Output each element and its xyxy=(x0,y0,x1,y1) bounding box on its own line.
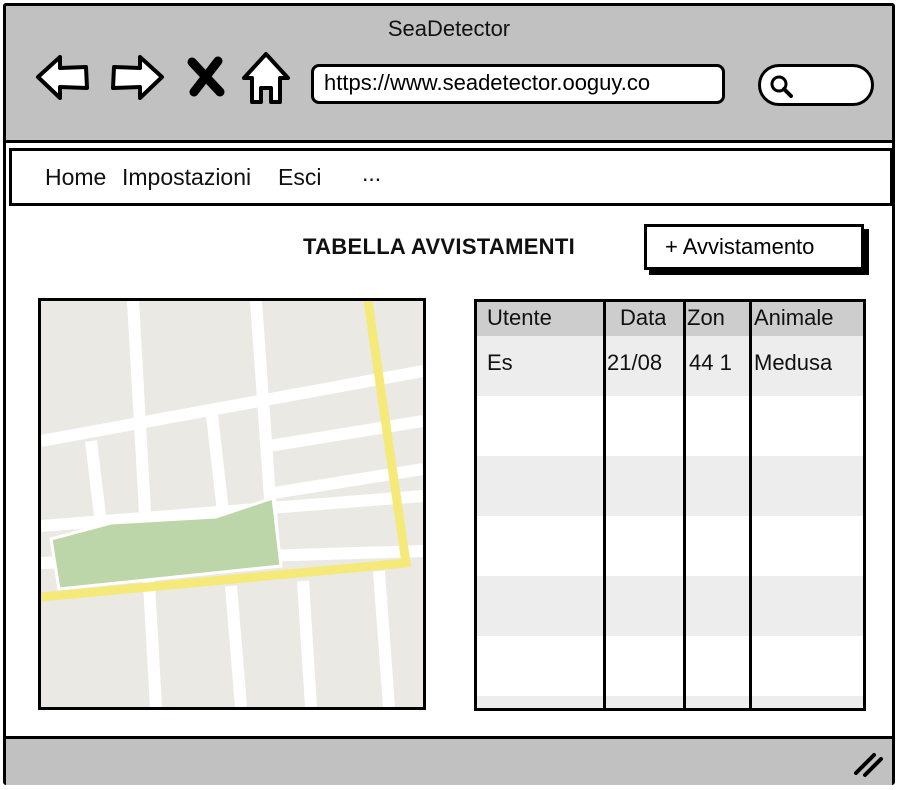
window-title: SeaDetector xyxy=(387,16,511,41)
column-divider xyxy=(749,302,752,708)
menu-item-impostazioni[interactable]: Impostazioni xyxy=(122,164,251,191)
table-row[interactable] xyxy=(477,576,863,636)
back-icon[interactable] xyxy=(32,46,94,108)
browser-window: SeaDetector https://www.seadetector.oogu… xyxy=(3,3,895,785)
forward-icon[interactable] xyxy=(106,46,168,108)
search-field[interactable] xyxy=(758,64,874,106)
cell-data: 21/08 xyxy=(607,350,663,375)
add-sighting-button[interactable]: + Avvistamento xyxy=(644,224,864,270)
stop-icon[interactable] xyxy=(178,46,234,108)
table-header: Utente Data Zon Animale xyxy=(477,302,863,336)
cell-animale: Medusa xyxy=(754,350,833,375)
home-icon[interactable] xyxy=(236,46,296,108)
cell-zona: 44 1 xyxy=(689,350,732,375)
menu-item-esci[interactable]: Esci xyxy=(278,164,321,191)
page-title: TABELLA AVVISTAMENTI xyxy=(303,234,576,259)
header-zona: Zon xyxy=(687,305,725,330)
table-row[interactable] xyxy=(477,456,863,516)
cell-utente: Es xyxy=(487,350,513,375)
table-row[interactable] xyxy=(477,396,863,456)
browser-toolbar: SeaDetector https://www.seadetector.oogu… xyxy=(6,6,892,143)
address-bar[interactable]: https://www.seadetector.ooguy.co xyxy=(311,64,725,104)
table-row[interactable] xyxy=(477,636,863,696)
map-view[interactable] xyxy=(38,298,426,710)
column-divider xyxy=(603,302,606,708)
resize-grip-icon[interactable] xyxy=(852,749,884,779)
column-divider xyxy=(683,302,686,708)
menu-bar: Home Impostazioni Esci ... xyxy=(9,148,893,206)
status-bar xyxy=(6,736,892,785)
table-row[interactable] xyxy=(477,696,863,708)
menu-item-more[interactable]: ... xyxy=(362,160,381,187)
table-row[interactable] xyxy=(477,516,863,576)
table-row[interactable]: Es 21/08 44 1 Medusa xyxy=(477,336,863,396)
header-animale: Animale xyxy=(754,305,834,330)
menu-item-home[interactable]: Home xyxy=(45,164,106,191)
header-utente: Utente xyxy=(487,305,552,330)
header-data: Data xyxy=(620,305,667,330)
search-icon xyxy=(770,75,793,98)
sightings-table: Utente Data Zon Animale Es 21/08 44 1 Me… xyxy=(474,299,866,711)
